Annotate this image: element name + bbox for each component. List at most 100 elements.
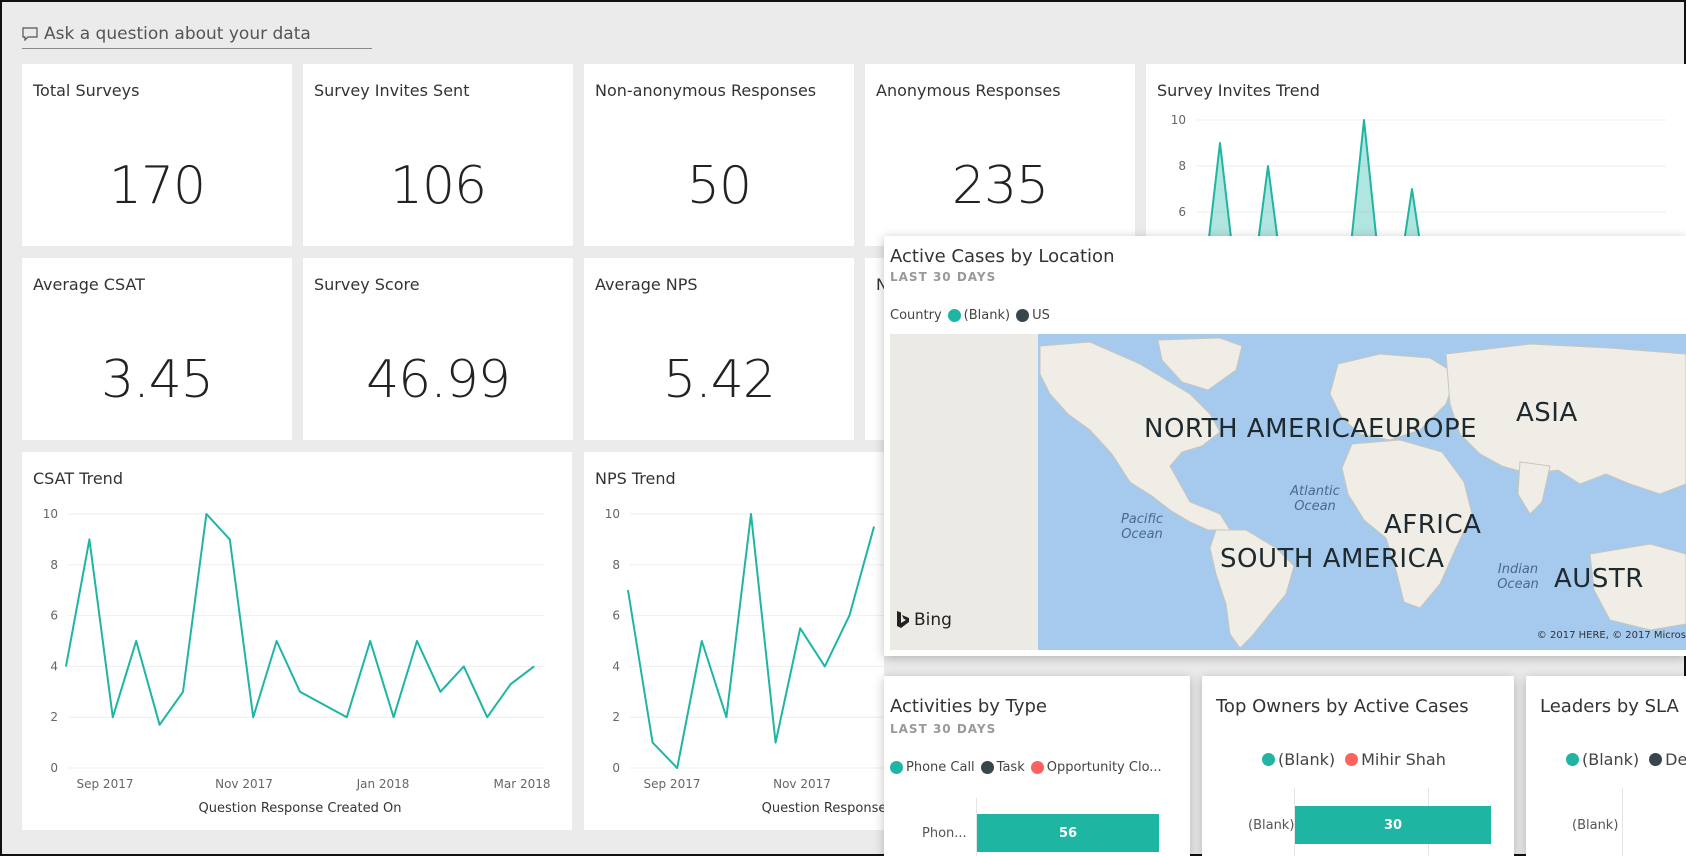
- kpi-average-csat[interactable]: Average CSAT 3.45: [22, 258, 292, 440]
- map-title: Active Cases by Location: [890, 246, 1115, 267]
- legend-dot-icon: [1345, 753, 1359, 766]
- ocean-label-pacific: Pacific Ocean: [1120, 512, 1164, 542]
- data-point: [346, 716, 348, 718]
- legend-label: Country: [890, 308, 942, 323]
- x-tick-label: Sep 2017: [644, 777, 701, 791]
- kpi-title: Average CSAT: [33, 275, 145, 294]
- data-point: [701, 640, 703, 642]
- legend-dot-icon: [1016, 309, 1030, 322]
- legend-dot-icon: [1030, 761, 1044, 774]
- y-tick-label: 6: [50, 609, 58, 623]
- kpi-title: Anonymous Responses: [876, 81, 1061, 100]
- top-owners-bar[interactable]: 30: [1295, 806, 1491, 844]
- bar-value-label: 30: [1383, 817, 1403, 833]
- series-line: [1207, 119, 1422, 246]
- data-point: [276, 640, 278, 642]
- leaders-by-sla-tile[interactable]: Leaders by SLA M (Blank) Del (Blank): [1526, 676, 1686, 856]
- y-tick-label: 0: [50, 761, 58, 775]
- kpi-title: Non-anonymous Responses: [595, 81, 817, 100]
- map-canvas[interactable]: NORTH AMERICA EUROPE ASIA AFRICA SOUTH A…: [890, 334, 1686, 650]
- x-axis-title: Question Response Created On: [199, 801, 402, 816]
- data-point: [65, 665, 67, 667]
- activities-by-type-tile[interactable]: Activities by Type LAST 30 DAYS Phone Ca…: [884, 676, 1190, 856]
- csat-trend-tile[interactable]: CSAT Trend 10 8 6 4 2 0 Sep 2017 Nov 2017 Jan 20…: [22, 452, 572, 830]
- kpi-anonymous-responses[interactable]: Anonymous Responses 235: [865, 64, 1135, 246]
- kpi-value: 5.42: [663, 350, 776, 410]
- y-tick-label: 6: [612, 609, 620, 623]
- y-tick-label: 8: [612, 558, 620, 572]
- survey-invites-chart: 10 8 6: [1171, 113, 1666, 246]
- data-point: [775, 742, 777, 744]
- y-tick-label: 4: [612, 659, 620, 673]
- data-point: [299, 691, 301, 693]
- legend-item[interactable]: Del: [1665, 750, 1686, 769]
- y-tick-label: 2: [612, 710, 620, 724]
- qa-search-box[interactable]: Ask a question about your data: [22, 20, 372, 49]
- data-point: [510, 683, 512, 685]
- kpi-survey-score[interactable]: Survey Score 46.99: [303, 258, 573, 440]
- kpi-survey-invites-sent[interactable]: Survey Invites Sent 106: [303, 64, 573, 246]
- region-label-europe: EUROPE: [1368, 414, 1478, 444]
- activities-bar[interactable]: 56: [977, 814, 1159, 852]
- top-owners-tile[interactable]: Top Owners by Active Cases (Blank) Mihir…: [1202, 676, 1514, 856]
- kpi-average-nps[interactable]: Average NPS 5.42: [584, 258, 854, 440]
- legend-item[interactable]: (Blank): [964, 308, 1010, 323]
- data-point: [182, 691, 184, 693]
- data-point: [652, 742, 654, 744]
- y-tick-label: 8: [1178, 159, 1186, 173]
- data-point: [205, 513, 207, 515]
- y-tick-label: 10: [605, 507, 620, 521]
- legend-item[interactable]: (Blank): [1278, 750, 1335, 769]
- survey-invites-trend-tile[interactable]: Survey Invites Trend 10 8 6: [1146, 64, 1686, 246]
- active-cases-map-tile[interactable]: Active Cases by Location LAST 30 DAYS Co…: [884, 236, 1686, 656]
- kpi-total-surveys[interactable]: Total Surveys 170: [22, 64, 292, 246]
- legend-dot-icon: [980, 761, 994, 774]
- legend-item[interactable]: Task: [997, 760, 1025, 775]
- nps-trend-tile[interactable]: NPS Trend 10 8 6 4 2 0 Sep 2017 Nov 2017 Questio…: [584, 452, 884, 830]
- kpi-title: Total Surveys: [33, 81, 140, 100]
- x-tick-label: Jan 2018: [356, 777, 410, 791]
- data-point: [533, 665, 535, 667]
- data-point: [750, 513, 752, 515]
- data-point: [393, 716, 395, 718]
- data-point: [676, 767, 678, 769]
- kpi-title: Survey Invites Sent: [314, 81, 470, 100]
- leaders-legend: (Blank) Del: [1566, 750, 1686, 769]
- x-tick-label: Sep 2017: [77, 777, 134, 791]
- data-point: [112, 716, 114, 718]
- data-point: [1363, 119, 1365, 121]
- data-point: [873, 526, 875, 528]
- region-label-australia: AUSTR: [1554, 564, 1644, 594]
- data-point: [799, 627, 801, 629]
- legend-item[interactable]: Mihir Shah: [1361, 750, 1446, 769]
- bar-category-label: Phon...: [922, 826, 967, 841]
- y-tick-label: 8: [50, 558, 58, 572]
- region-label-africa: AFRICA: [1384, 510, 1482, 540]
- legend-dot-icon: [1566, 753, 1579, 766]
- legend-item[interactable]: US: [1032, 308, 1050, 323]
- region-label-north-america: NORTH AMERICA: [1144, 414, 1369, 444]
- kpi-non-anonymous-responses[interactable]: Non-anonymous Responses 50: [584, 64, 854, 246]
- bing-label: Bing: [914, 610, 952, 630]
- data-point: [229, 538, 231, 540]
- data-point: [463, 665, 465, 667]
- kpi-value: 170: [108, 156, 206, 216]
- data-point: [439, 691, 441, 693]
- qa-placeholder: Ask a question about your data: [44, 24, 311, 44]
- activities-legend: Phone Call Task Opportunity Clo...: [890, 760, 1162, 775]
- data-point: [1411, 188, 1413, 190]
- map-subtitle: LAST 30 DAYS: [890, 270, 997, 284]
- data-point: [369, 640, 371, 642]
- top-owners-legend: (Blank) Mihir Shah: [1262, 750, 1446, 769]
- chart-subtitle: LAST 30 DAYS: [890, 722, 997, 736]
- x-axis-title: Question Response: [762, 801, 884, 816]
- legend-item[interactable]: (Blank): [1582, 750, 1639, 769]
- bing-logo: Bing: [896, 610, 952, 630]
- data-point: [322, 704, 324, 705]
- data-point: [252, 716, 254, 718]
- legend-item[interactable]: Phone Call: [906, 760, 975, 775]
- series-line: [65, 513, 535, 726]
- legend-item[interactable]: Opportunity Clo...: [1047, 760, 1162, 775]
- data-point: [159, 724, 161, 726]
- region-label-asia: ASIA: [1516, 398, 1578, 428]
